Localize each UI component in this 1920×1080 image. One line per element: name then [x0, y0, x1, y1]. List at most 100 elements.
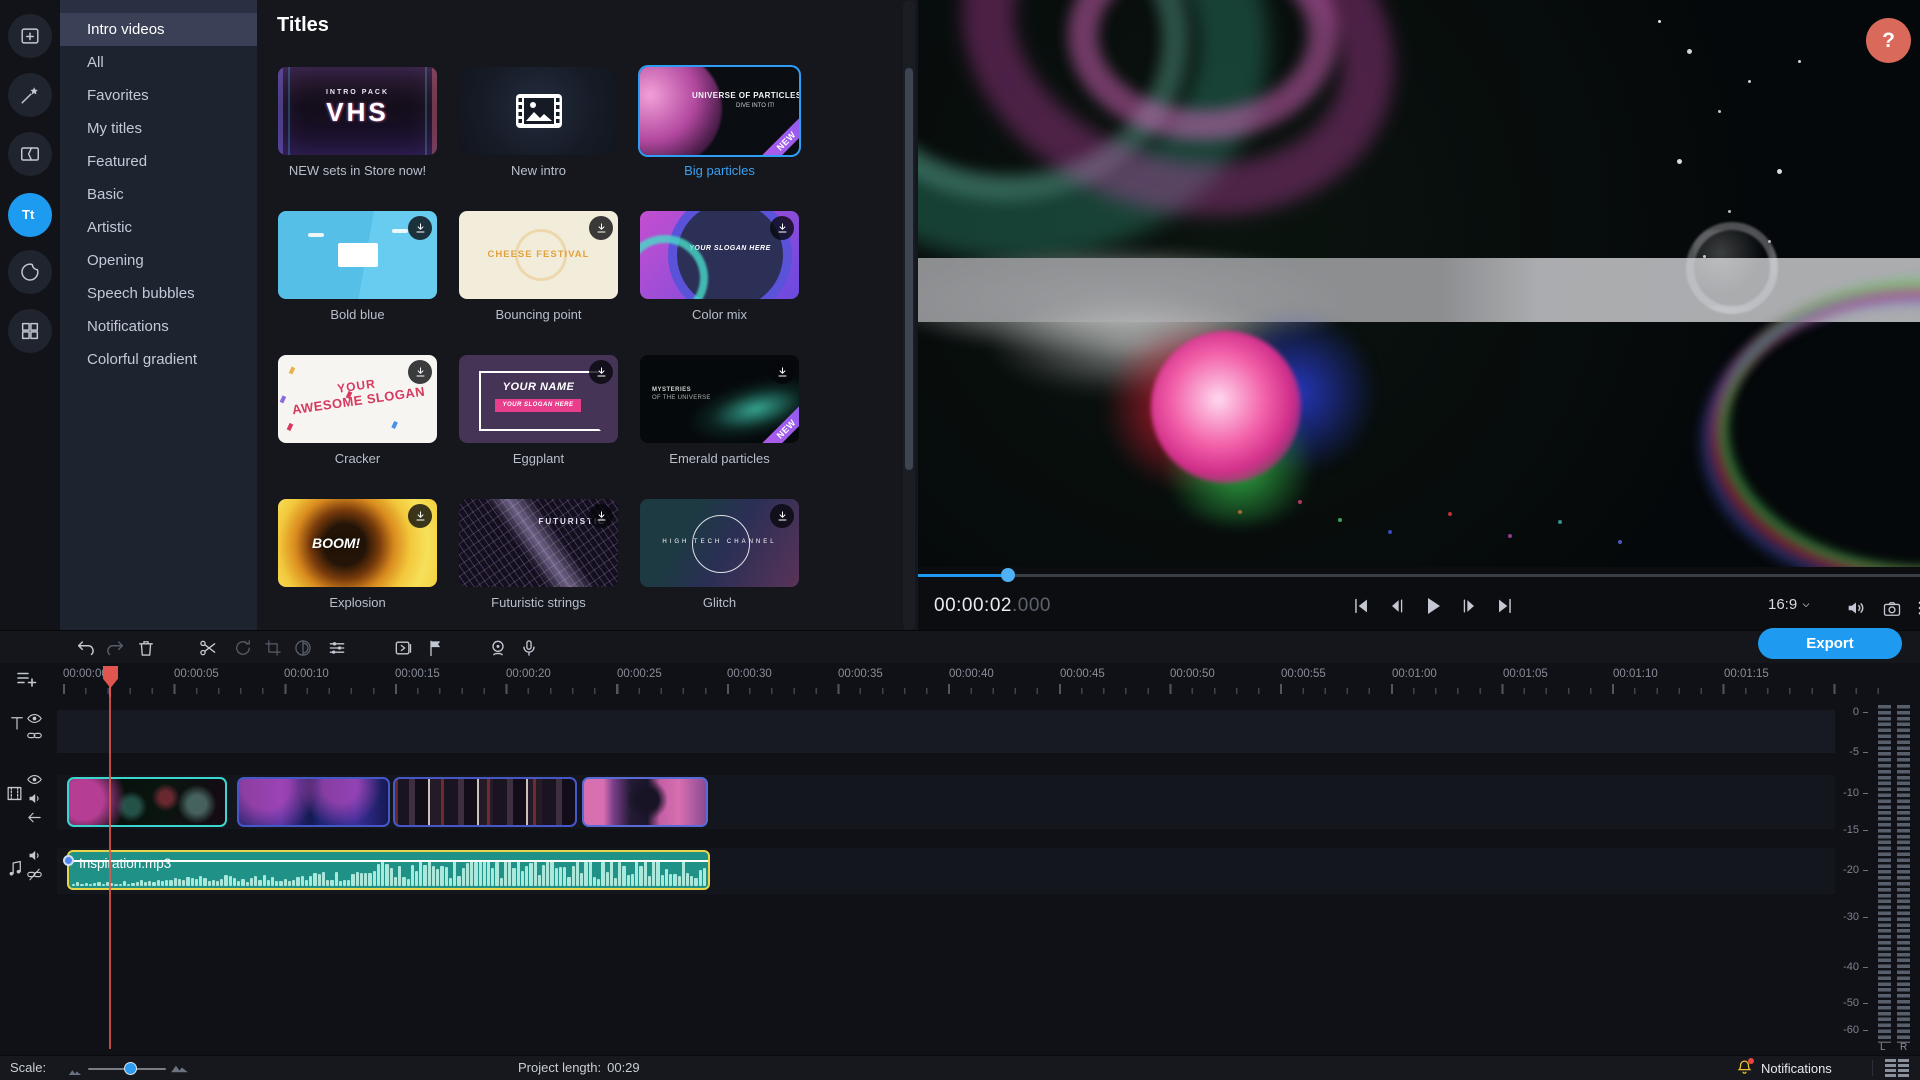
title-card-cracker[interactable]: YOUR AWESOME SLOGAN Cracker: [278, 355, 437, 499]
title-thumbnail[interactable]: [278, 211, 437, 299]
video-track-visibility-eye-icon[interactable]: [26, 771, 43, 788]
webcam-capture-button[interactable]: [485, 635, 511, 661]
title-card-explosion[interactable]: BOOM! Explosion: [278, 499, 437, 643]
audio-track-unlink-icon[interactable]: [26, 866, 43, 883]
title-thumbnail[interactable]: YOUR AWESOME SLOGAN: [278, 355, 437, 443]
sidebar-tool-more[interactable]: [8, 309, 52, 353]
download-button[interactable]: [770, 360, 794, 384]
video-track-mute-speaker-icon[interactable]: [26, 790, 43, 807]
category-artistic[interactable]: Artistic: [60, 211, 257, 244]
audio-meter-toggle-icon[interactable]: [1884, 1059, 1910, 1080]
title-thumbnail[interactable]: HIGH TECH CHANNEL: [640, 499, 799, 587]
title-thumbnail[interactable]: FUTURISTIC: [459, 499, 618, 587]
category-favorites[interactable]: Favorites: [60, 79, 257, 112]
preview-menu-kebab[interactable]: [1906, 594, 1920, 622]
title-card-color-mix[interactable]: YOUR SLOGAN HERE Color mix: [640, 211, 799, 355]
next-frame-button[interactable]: [1455, 592, 1483, 620]
aspect-ratio-select[interactable]: 16:9: [1768, 596, 1811, 613]
title-thumbnail[interactable]: [459, 67, 618, 155]
snapshot-camera-button[interactable]: [1878, 595, 1906, 623]
scrollbar-thumb[interactable]: [905, 68, 913, 470]
title-card-new-intro[interactable]: New intro: [459, 67, 618, 211]
title-track-visibility-eye-icon[interactable]: [26, 710, 43, 727]
title-card-eggplant[interactable]: YOUR NAME YOUR SLOGAN HERE Eggplant: [459, 355, 618, 499]
delete-button[interactable]: [133, 635, 159, 661]
category-intro-videos[interactable]: Intro videos: [60, 13, 257, 46]
title-card-bouncing-point[interactable]: CHEESE FESTIVAL Bouncing point: [459, 211, 618, 355]
zoom-in-mountain-icon[interactable]: [170, 1061, 189, 1077]
audio-clip-inspiration[interactable]: Inspiration.mp3: [67, 850, 710, 890]
title-thumbnail[interactable]: UNIVERSE OF PARTICLES DIVE INTO IT! NEW: [640, 67, 799, 155]
sidebar-tool-titles[interactable]: Tt: [8, 193, 52, 237]
title-thumbnail[interactable]: YOUR SLOGAN HERE: [640, 211, 799, 299]
insert-clip-button[interactable]: [390, 635, 416, 661]
title-thumbnail[interactable]: CHEESE FESTIVAL: [459, 211, 618, 299]
timeline-ruler[interactable]: 00:00:00 00:00:05 00:00:10 00:00:15 00:0…: [0, 663, 1920, 697]
category-all[interactable]: All: [60, 46, 257, 79]
title-card-big-particles[interactable]: UNIVERSE OF PARTICLES DIVE INTO IT! NEW …: [640, 67, 799, 211]
seek-track[interactable]: [918, 574, 1920, 577]
sidebar-tool-transitions[interactable]: [8, 132, 52, 176]
title-thumbnail[interactable]: INTRO PACK VHS: [278, 67, 437, 155]
help-button[interactable]: ?: [1866, 18, 1911, 63]
export-button[interactable]: Export: [1758, 628, 1902, 659]
titles-scrollbar[interactable]: [903, 0, 915, 630]
audio-track-mute-speaker-icon[interactable]: [26, 847, 43, 864]
redo-button[interactable]: [102, 635, 128, 661]
sidebar-tool-filters[interactable]: [8, 73, 52, 117]
seek-bar[interactable]: [918, 567, 1920, 583]
video-clip-3[interactable]: [393, 777, 577, 827]
skip-to-end-button[interactable]: [1491, 592, 1519, 620]
category-speech-bubbles[interactable]: Speech bubbles: [60, 277, 257, 310]
sidebar-tool-import[interactable]: [8, 14, 52, 58]
clip-properties-button[interactable]: [324, 635, 350, 661]
title-track-lane[interactable]: [57, 710, 1835, 753]
title-card-glitch[interactable]: HIGH TECH CHANNEL Glitch: [640, 499, 799, 643]
download-button[interactable]: [408, 216, 432, 240]
download-button[interactable]: [770, 216, 794, 240]
category-featured[interactable]: Featured: [60, 145, 257, 178]
crop-button[interactable]: [260, 635, 286, 661]
track-manage-icon[interactable]: [14, 667, 40, 693]
download-button[interactable]: [589, 216, 613, 240]
playhead-line[interactable]: [109, 697, 111, 1049]
video-clip-2[interactable]: [237, 777, 390, 827]
voice-record-button[interactable]: [516, 635, 542, 661]
split-scissors-button[interactable]: [195, 635, 221, 661]
rotate-button[interactable]: [230, 635, 256, 661]
seek-handle[interactable]: [1001, 568, 1015, 582]
category-colorful-gradient[interactable]: Colorful gradient: [60, 343, 257, 376]
video-clip-1[interactable]: [67, 777, 227, 827]
video-clip-4[interactable]: [582, 777, 708, 827]
download-button[interactable]: [589, 360, 613, 384]
download-button[interactable]: [408, 504, 432, 528]
marker-flag-button[interactable]: [423, 635, 449, 661]
title-card-futuristic-strings[interactable]: FUTURISTIC Futuristic strings: [459, 499, 618, 643]
volume-button[interactable]: [1842, 594, 1870, 622]
previous-frame-button[interactable]: [1383, 592, 1411, 620]
download-button[interactable]: [589, 504, 613, 528]
title-thumbnail[interactable]: BOOM!: [278, 499, 437, 587]
color-adjustments-button[interactable]: [290, 635, 316, 661]
zoom-out-mountain-icon[interactable]: [68, 1064, 82, 1079]
title-card-new-sets[interactable]: INTRO PACK VHS NEW sets in Store now!: [278, 67, 437, 211]
category-my-titles[interactable]: My titles: [60, 112, 257, 145]
sidebar-tool-stickers[interactable]: [8, 250, 52, 294]
title-card-emerald-particles[interactable]: MYSTERIES OF THE UNIVERSE NEW Emerald pa…: [640, 355, 799, 499]
title-track-link-icon[interactable]: [26, 727, 43, 744]
undo-button[interactable]: [73, 635, 99, 661]
title-thumbnail[interactable]: YOUR NAME YOUR SLOGAN HERE: [459, 355, 618, 443]
category-basic[interactable]: Basic: [60, 178, 257, 211]
category-opening[interactable]: Opening: [60, 244, 257, 277]
title-card-bold-blue[interactable]: Bold blue: [278, 211, 437, 355]
audio-volume-handle[interactable]: [63, 855, 74, 866]
title-thumbnail[interactable]: MYSTERIES OF THE UNIVERSE NEW: [640, 355, 799, 443]
video-track-arrow-left-icon[interactable]: [26, 809, 43, 826]
play-button[interactable]: [1419, 592, 1447, 620]
notifications-button[interactable]: Notifications: [1736, 1058, 1832, 1078]
category-notifications[interactable]: Notifications: [60, 310, 257, 343]
download-button[interactable]: [770, 504, 794, 528]
timeline-scale-handle[interactable]: [124, 1062, 137, 1075]
skip-to-start-button[interactable]: [1347, 592, 1375, 620]
download-button[interactable]: [408, 360, 432, 384]
